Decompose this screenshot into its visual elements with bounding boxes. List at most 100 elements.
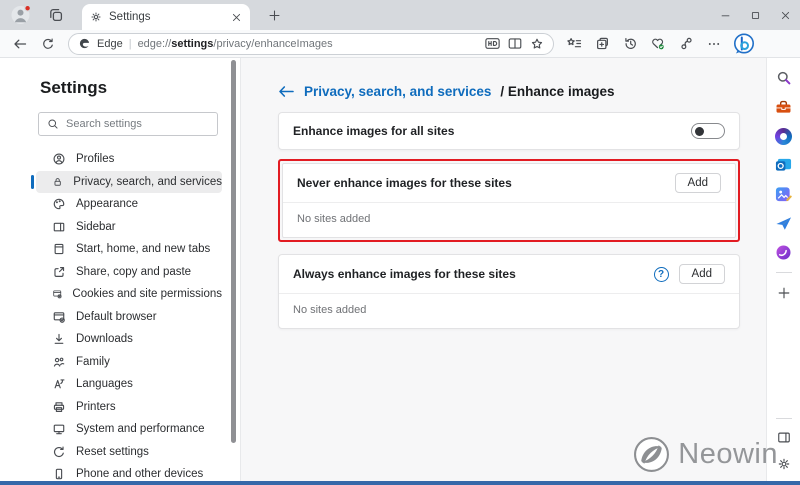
start-home-icon [52, 242, 66, 256]
title-bar: Settings [0, 0, 800, 30]
favorite-star-icon[interactable] [530, 37, 544, 51]
sidebar-item-start-home-tabs[interactable]: Start, home, and new tabs [36, 238, 222, 261]
help-icon[interactable]: ? [654, 267, 669, 282]
history-icon [623, 36, 638, 51]
bing-chat-icon [732, 32, 756, 56]
panel-toggle-icon [777, 431, 791, 444]
edge-sidebar [767, 58, 800, 481]
outlook-icon [775, 157, 792, 173]
sidebar-item-default-browser[interactable]: Default browser [36, 306, 222, 329]
favorites-button[interactable] [562, 33, 586, 55]
minimize-button[interactable] [710, 0, 740, 30]
sidebar-item-family[interactable]: Family [36, 351, 222, 374]
sidebar-item-reset-settings[interactable]: Reset settings [36, 441, 222, 464]
sidebar-item-sidebar[interactable]: Sidebar [36, 216, 222, 239]
collections-button[interactable] [590, 33, 614, 55]
sidebar-search-button[interactable] [775, 69, 793, 87]
navigation-toolbar: Edge | edge://settings/privacy/enhanceIm… [0, 30, 800, 58]
profile-button[interactable] [674, 33, 698, 55]
sidebar-item-appearance[interactable]: Appearance [36, 193, 222, 216]
url-text: edge://settings/privacy/enhanceImages [138, 38, 479, 50]
workspaces-icon [48, 7, 64, 23]
sidebar-icon [52, 220, 66, 234]
sidebar-shopping-button[interactable] [775, 98, 793, 116]
scrollbar-thumb[interactable] [231, 60, 236, 443]
sidebar-outlook-button[interactable] [775, 156, 793, 174]
games-icon [775, 244, 792, 261]
tab-title: Settings [109, 11, 224, 23]
back-arrow-icon [12, 36, 28, 52]
tab-settings[interactable]: Settings [82, 4, 250, 30]
system-performance-icon [52, 422, 66, 436]
sidebar-image-creator-button[interactable] [775, 185, 793, 203]
maximize-icon [750, 10, 761, 21]
split-screen-icon[interactable] [508, 37, 522, 50]
family-icon [52, 355, 66, 369]
tab-close-icon[interactable] [231, 12, 242, 23]
never-enhance-add-button[interactable]: Add [675, 173, 721, 193]
refresh-button[interactable] [36, 33, 60, 55]
printers-icon [52, 400, 66, 414]
sidebar-item-system-performance[interactable]: System and performance [36, 418, 222, 441]
sidebar-customize-button[interactable] [775, 284, 793, 302]
breadcrumb-back-icon[interactable] [278, 84, 295, 99]
shopping-icon [775, 99, 792, 115]
more-menu-button[interactable] [702, 33, 726, 55]
reset-settings-icon [52, 445, 66, 459]
enhance-all-sites-label: Enhance images for all sites [293, 124, 681, 138]
ellipsis-icon [707, 37, 721, 51]
sidebar-divider-line [776, 418, 792, 419]
scrollbar-track[interactable] [226, 58, 240, 481]
sidebar-item-languages[interactable]: Languages [36, 373, 222, 396]
bing-chat-button[interactable] [730, 33, 758, 55]
site-brand-label: Edge [97, 38, 123, 50]
settings-search-box[interactable] [38, 112, 218, 136]
close-button[interactable] [770, 0, 800, 30]
sidebar-drop-button[interactable] [775, 214, 793, 232]
sidebar-divider-line [776, 272, 792, 273]
never-enhance-card: Never enhance images for these sites Add… [282, 163, 736, 238]
address-bar[interactable]: Edge | edge://settings/privacy/enhanceIm… [68, 33, 554, 55]
refresh-icon [41, 37, 55, 51]
appearance-icon [52, 197, 66, 211]
gear-icon [90, 11, 102, 23]
new-tab-button[interactable] [262, 4, 286, 26]
always-enhance-label: Always enhance images for these sites [293, 267, 644, 281]
enhance-images-toggle[interactable] [691, 123, 725, 139]
sidebar-item-profiles[interactable]: Profiles [36, 148, 222, 171]
settings-main-panel: Privacy, search, and services / Enhance … [241, 58, 766, 481]
sidebar-item-downloads[interactable]: Downloads [36, 328, 222, 351]
history-button[interactable] [618, 33, 642, 55]
sidebar-microsoft-365-button[interactable] [775, 127, 793, 145]
cookies-permissions-icon [52, 287, 62, 301]
hd-quality-icon[interactable] [485, 37, 500, 50]
breadcrumb-parent-link[interactable]: Privacy, search, and services [304, 84, 491, 99]
maximize-button[interactable] [740, 0, 770, 30]
sidebar-item-cookies-permissions[interactable]: Cookies and site permissions [36, 283, 222, 306]
search-magnifier-icon [776, 70, 792, 86]
profiles-icon [52, 152, 66, 166]
browser-essentials-button[interactable] [646, 33, 670, 55]
sidebar-item-share-copy-paste[interactable]: Share, copy and paste [36, 261, 222, 284]
back-button[interactable] [8, 33, 32, 55]
plus-icon [777, 286, 791, 300]
gear-icon [777, 457, 791, 471]
profile-avatar[interactable] [10, 4, 32, 26]
search-input[interactable] [66, 118, 196, 130]
languages-icon [52, 377, 66, 391]
sidebar-item-printers[interactable]: Printers [36, 396, 222, 419]
sidebar-games-button[interactable] [775, 243, 793, 261]
neowin-text: Neowin [678, 438, 778, 471]
enhance-all-sites-card: Enhance images for all sites [278, 112, 740, 150]
workspaces-button[interactable] [44, 4, 68, 26]
never-enhance-empty-text: No sites added [283, 203, 735, 237]
sidebar-item-privacy-search-services[interactable]: Privacy, search, and services [36, 171, 222, 194]
default-browser-icon [52, 310, 66, 324]
red-highlight-box: Never enhance images for these sites Add… [278, 159, 740, 242]
never-enhance-label: Never enhance images for these sites [297, 176, 665, 190]
always-enhance-add-button[interactable]: Add [679, 264, 725, 284]
content-area: Settings Profiles Privacy, search, and s… [0, 58, 800, 481]
close-icon [780, 10, 791, 21]
sidebar-item-phone-devices[interactable]: Phone and other devices [36, 463, 222, 485]
settings-sidebar: Settings Profiles Privacy, search, and s… [0, 58, 226, 481]
